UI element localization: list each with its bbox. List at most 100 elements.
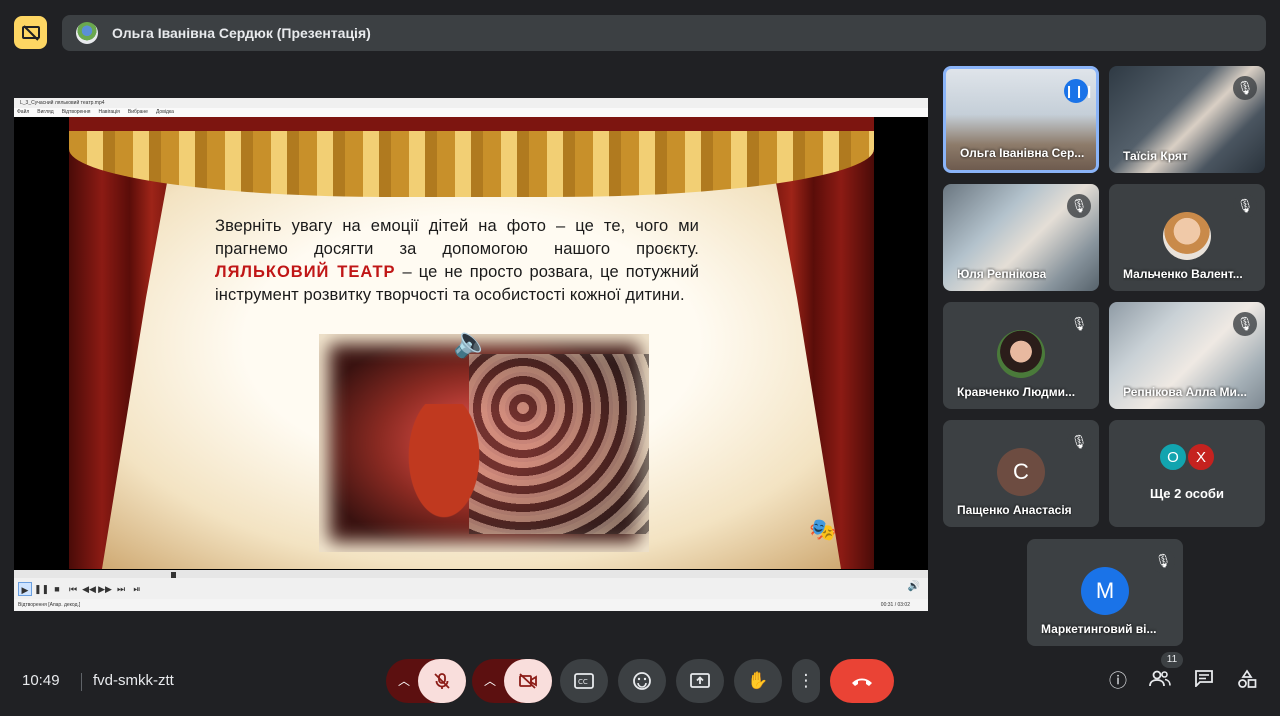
call-end-icon — [852, 678, 872, 686]
avatar — [997, 330, 1045, 378]
menu-favorites[interactable]: Вибране — [128, 108, 148, 117]
stop-presenting-icon[interactable] — [14, 16, 47, 49]
emoji-icon — [633, 672, 651, 690]
mic-off-icon: 🎙 — [1151, 549, 1175, 573]
captions-icon: CC — [574, 673, 594, 689]
participant-name: Маркетинговий ві... — [1041, 622, 1157, 636]
chat-icon[interactable] — [1192, 669, 1216, 693]
more-vert-icon: ⋮ — [797, 671, 815, 690]
present-button[interactable] — [676, 659, 724, 703]
theatre-mask-icon: 🎭 — [809, 517, 837, 542]
chevron-up-icon[interactable]: ︿ — [398, 672, 410, 689]
divider — [81, 673, 82, 691]
menu-playback[interactable]: Відтворення — [62, 108, 91, 117]
play-icon[interactable]: ▶ — [18, 581, 32, 596]
forward-icon[interactable]: ▶▶ — [98, 582, 112, 596]
chevron-up-icon[interactable]: ︿ — [484, 672, 496, 689]
leave-call-button[interactable] — [830, 659, 894, 703]
participant-tile[interactable]: 🎙 Репнікова Алла Ми... — [1109, 302, 1265, 409]
more-avatars: О Х — [1158, 442, 1216, 472]
mic-off-icon: 🎙 — [1067, 312, 1091, 336]
presentation-stage: L_3_Сучасний ляльковий театр.mp4 Файл Ви… — [14, 98, 928, 611]
camera-off-icon — [519, 673, 537, 689]
puppet-image — [399, 404, 489, 534]
meeting-code: fvd-smkk-ztt — [93, 672, 174, 689]
participant-tile[interactable]: 🎙 Юля Репнікова — [943, 184, 1099, 291]
more-participants-tile[interactable]: О Х Ще 2 особи — [1109, 420, 1265, 527]
menu-navigation[interactable]: Навігація — [99, 108, 120, 117]
volume-icon[interactable]: 🔊 — [908, 581, 920, 592]
mic-off-icon — [434, 673, 450, 689]
menu-help[interactable]: Довідка — [156, 108, 174, 117]
participant-tile[interactable]: 🎙 С Пащенко Анастасія — [943, 420, 1099, 527]
rewind-icon[interactable]: ◀◀ — [82, 582, 96, 596]
frame-step-icon[interactable]: ⏯ — [130, 582, 144, 596]
clock: 10:49 — [22, 672, 60, 689]
pause-icon[interactable]: ❚❚ — [34, 582, 49, 596]
slide-text: Зверніть увагу на емоції дітей на фото –… — [215, 215, 699, 307]
skip-forward-icon[interactable]: ⏭ — [114, 582, 128, 596]
player-title: L_3_Сучасний ляльковий театр.mp4 — [14, 98, 928, 108]
player-status: Відтворення [Апар. декод.] — [18, 602, 81, 608]
slide: Зверніть увагу на емоції дітей на фото –… — [69, 117, 874, 569]
participant-name: Кравченко Людми... — [957, 385, 1076, 399]
menu-view[interactable]: Вигляд — [37, 108, 53, 117]
participant-tile[interactable]: 🎙 Кравченко Людми... — [943, 302, 1099, 409]
participant-tile[interactable]: 🎙 Мальченко Валент... — [1109, 184, 1265, 291]
mic-off-icon: 🎙 — [1233, 194, 1257, 218]
avatar: М — [1081, 567, 1129, 615]
avatar: С — [997, 448, 1045, 496]
participant-tile[interactable]: 🎙 Таїсія Крят — [1109, 66, 1265, 173]
participant-name: Мальченко Валент... — [1123, 267, 1243, 281]
camera-toggle-button[interactable] — [504, 659, 552, 703]
children-image — [469, 354, 649, 534]
stop-icon[interactable]: ■ — [50, 582, 64, 596]
participant-tile[interactable]: ❙❙❙ Ольга Іванівна Сер... — [943, 66, 1099, 173]
emoji-button[interactable] — [618, 659, 666, 703]
mic-control: ︿ — [386, 659, 466, 703]
avatar: Х — [1186, 442, 1216, 472]
participant-name: Ольга Іванівна Сер... — [960, 146, 1085, 160]
presenter-banner[interactable]: Ольга Іванівна Сердюк (Презентація) — [62, 15, 1266, 51]
children-photo — [319, 334, 649, 552]
svg-text:CC: CC — [578, 678, 588, 686]
activities-icon[interactable] — [1235, 669, 1259, 693]
raise-hand-icon: ✋ — [747, 671, 769, 690]
top-bar: Ольга Іванівна Сердюк (Презентація) — [0, 0, 1280, 66]
speaker-icon: 🔈 — [453, 326, 491, 359]
participant-name: Юля Репнікова — [957, 267, 1047, 281]
mic-off-icon: 🎙 — [1067, 194, 1091, 218]
mic-off-icon: 🎙 — [1067, 430, 1091, 454]
participant-count-badge: 11 — [1161, 652, 1183, 668]
camera-control: ︿ — [472, 659, 552, 703]
participant-name: Таїсія Крят — [1123, 149, 1188, 163]
avatar: О — [1158, 442, 1188, 472]
slide-highlight: ЛЯЛЬКОВИЙ ТЕАТР — [215, 263, 396, 281]
captions-button[interactable]: CC — [560, 659, 608, 703]
people-icon[interactable] — [1148, 669, 1172, 693]
participant-name: Репнікова Алла Ми... — [1123, 385, 1247, 399]
avatar — [1163, 212, 1211, 260]
info-icon[interactable]: ⓘ — [1106, 669, 1130, 693]
participant-name: Пащенко Анастасія — [957, 503, 1072, 517]
bottom-bar: 10:49 fvd-smkk-ztt ︿ ︿ CC ✋ ⋮ ⓘ 11 — [0, 652, 1280, 716]
more-options-button[interactable]: ⋮ — [792, 659, 820, 703]
present-screen-icon — [690, 673, 710, 688]
skip-back-icon[interactable]: ⏮ — [66, 582, 80, 596]
mic-toggle-button[interactable] — [418, 659, 466, 703]
player-statusbar: Відтворення [Апар. декод.] 00:31 / 03:02 — [14, 599, 928, 611]
presenter-name: Ольга Іванівна Сердюк (Презентація) — [112, 25, 371, 41]
presenter-avatar — [76, 22, 98, 44]
more-participants-label: Ще 2 особи — [1150, 486, 1224, 501]
menu-file[interactable]: Файл — [17, 108, 29, 117]
raise-hand-button[interactable]: ✋ — [734, 659, 782, 703]
curtain-top — [69, 117, 874, 131]
mic-off-icon: 🎙 — [1233, 312, 1257, 336]
speaking-indicator-icon: ❙❙❙ — [1064, 79, 1094, 103]
slide-text-intro: Зверніть увагу на емоції дітей на фото –… — [215, 217, 699, 258]
player-time: 00:31 / 03:02 — [880, 602, 910, 608]
seek-bar[interactable] — [14, 570, 928, 578]
participant-tile[interactable]: 🎙 М Маркетинговий ві... — [1027, 539, 1183, 646]
player-controls: ▶ ❚❚ ■ ⏮ ◀◀ ▶▶ ⏭ ⏯ 🔊 — [14, 578, 928, 599]
mic-off-icon: 🎙 — [1233, 76, 1257, 100]
